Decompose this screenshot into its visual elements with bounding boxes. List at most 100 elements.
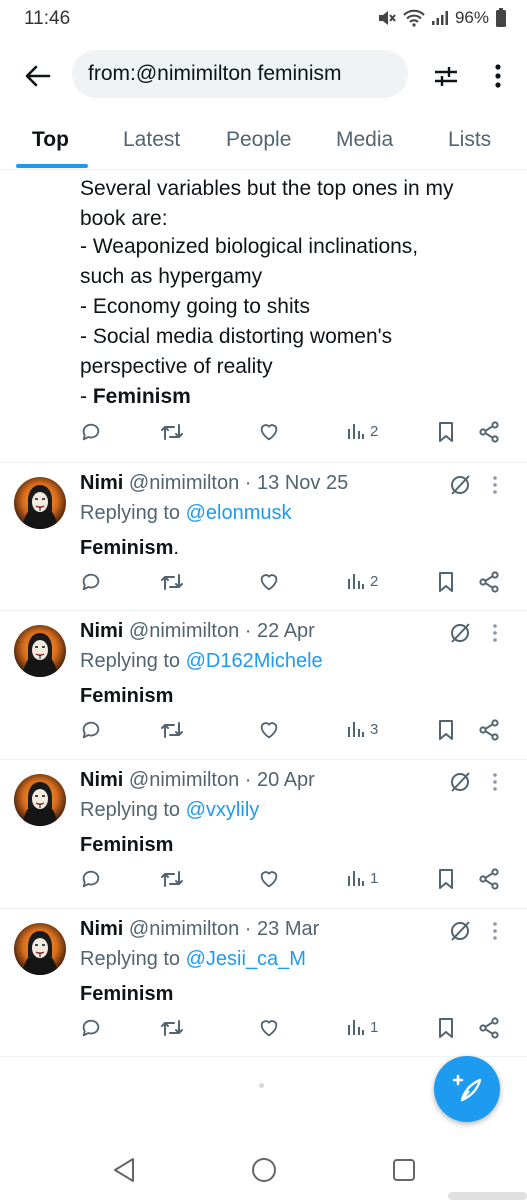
like-button[interactable]	[258, 1017, 280, 1039]
avatar[interactable]	[14, 923, 66, 975]
heart-icon	[260, 574, 278, 591]
handle[interactable]: @nimimilton	[129, 472, 239, 494]
display-name[interactable]: Nimi	[80, 620, 123, 642]
replying-label: Replying to	[80, 502, 181, 524]
more-options-button[interactable]	[484, 58, 512, 94]
views-button[interactable]: 3	[346, 719, 378, 739]
compose-button[interactable]	[434, 1056, 500, 1122]
bookmark-button[interactable]	[436, 719, 456, 741]
highlighted-keyword: Feminism	[80, 537, 174, 559]
tweet-text: Feminism	[80, 685, 173, 708]
retweet-button[interactable]	[160, 421, 184, 443]
android-nav-bar	[0, 1140, 527, 1200]
reply-button[interactable]	[80, 719, 102, 741]
replying-label: Replying to	[80, 948, 181, 970]
status-time: 11:46	[24, 8, 71, 29]
avatar[interactable]	[14, 625, 66, 677]
tab-people[interactable]: People	[226, 128, 291, 152]
bookmark-button[interactable]	[436, 1017, 456, 1039]
bar-chart-icon	[348, 574, 364, 589]
timestamp: · 22 Apr	[244, 620, 315, 642]
grok-button[interactable]	[448, 621, 472, 645]
share-button[interactable]	[478, 868, 500, 890]
bookmark-button[interactable]	[436, 421, 456, 443]
kebab-icon	[493, 476, 497, 494]
bar-chart-icon	[348, 424, 364, 439]
mention-link[interactable]: @D162Michele	[186, 650, 323, 672]
square-recents-icon	[393, 1159, 415, 1181]
retweet-button[interactable]	[160, 1017, 184, 1039]
like-button[interactable]	[258, 571, 280, 593]
search-input[interactable]: from:@nimimilton feminism	[72, 50, 408, 98]
avatar[interactable]	[14, 477, 66, 529]
bookmark-button[interactable]	[436, 571, 456, 593]
views-button[interactable]: 1	[346, 1017, 378, 1037]
retweet-icon	[161, 871, 183, 887]
replying-label: Replying to	[80, 650, 181, 672]
tweet-more-button[interactable]	[492, 920, 508, 944]
reply-button[interactable]	[80, 868, 102, 890]
mention-link[interactable]: @elonmusk	[186, 502, 292, 524]
grok-button[interactable]	[448, 770, 472, 794]
share-button[interactable]	[478, 571, 500, 593]
bookmark-button[interactable]	[436, 868, 456, 890]
action-bar: 2	[80, 421, 510, 451]
reply-button[interactable]	[80, 571, 102, 593]
mention-link[interactable]: @vxylily	[186, 799, 260, 821]
views-count: 1	[370, 1018, 379, 1036]
retweet-icon	[161, 424, 183, 440]
share-icon	[479, 1017, 499, 1039]
like-button[interactable]	[258, 421, 280, 443]
tweet-text: Feminism	[80, 834, 173, 857]
filter-button[interactable]	[428, 58, 464, 94]
share-button[interactable]	[478, 421, 500, 443]
back-button[interactable]	[20, 58, 56, 94]
tab-media[interactable]: Media	[336, 128, 393, 152]
tweet-more-button[interactable]	[492, 622, 508, 646]
reply-button[interactable]	[80, 421, 102, 443]
retweet-button[interactable]	[160, 719, 184, 741]
bookmark-icon	[439, 1018, 453, 1038]
kebab-icon	[493, 624, 497, 642]
bookmark-icon	[439, 720, 453, 740]
tweet[interactable]: Nimi @nimimilton · 22 Apr Replying to @D…	[0, 610, 527, 758]
mention-link[interactable]: @Jesii_ca_M	[186, 948, 306, 970]
like-button[interactable]	[258, 719, 280, 741]
views-button[interactable]: 2	[346, 571, 378, 591]
retweet-button[interactable]	[160, 868, 184, 890]
reply-button[interactable]	[80, 1017, 102, 1039]
handle[interactable]: @nimimilton	[129, 918, 239, 940]
display-name[interactable]: Nimi	[80, 918, 123, 940]
retweet-button[interactable]	[160, 571, 184, 593]
tab-top[interactable]: Top	[32, 128, 69, 152]
retweet-icon	[161, 1020, 183, 1036]
grok-button[interactable]	[448, 473, 472, 497]
display-name[interactable]: Nimi	[80, 472, 123, 494]
tab-lists[interactable]: Lists	[448, 128, 491, 152]
tweet-more-button[interactable]	[492, 474, 508, 498]
views-count: 1	[370, 869, 379, 887]
grok-icon	[451, 623, 470, 643]
tweet[interactable]: Nimi @nimimilton · 20 Apr Replying to @v…	[0, 759, 527, 907]
like-button[interactable]	[258, 868, 280, 890]
tweet-more-button[interactable]	[492, 771, 508, 795]
sliders-icon	[435, 67, 457, 86]
nav-home-button[interactable]	[244, 1154, 284, 1186]
handle[interactable]: @nimimilton	[129, 769, 239, 791]
share-button[interactable]	[478, 719, 500, 741]
search-query: from:@nimimilton feminism	[88, 62, 342, 85]
views-button[interactable]: 1	[346, 868, 378, 888]
tab-latest[interactable]: Latest	[123, 128, 180, 152]
share-button[interactable]	[478, 1017, 500, 1039]
views-button[interactable]: 2	[346, 421, 378, 441]
nav-recents-button[interactable]	[384, 1154, 424, 1186]
tweet[interactable]: Nimi @nimimilton · 13 Nov 25 Replying to…	[0, 462, 527, 610]
tweet-header: Nimi @nimimilton · 20 Apr	[80, 769, 315, 792]
tweet[interactable]: Nimi @nimimilton · 23 Mar Replying to @J…	[0, 908, 527, 1056]
handle[interactable]: @nimimilton	[129, 620, 239, 642]
display-name[interactable]: Nimi	[80, 769, 123, 791]
nav-back-button[interactable]	[104, 1154, 144, 1186]
grok-button[interactable]	[448, 919, 472, 943]
arrow-left-icon	[25, 65, 51, 87]
avatar[interactable]	[14, 774, 66, 826]
